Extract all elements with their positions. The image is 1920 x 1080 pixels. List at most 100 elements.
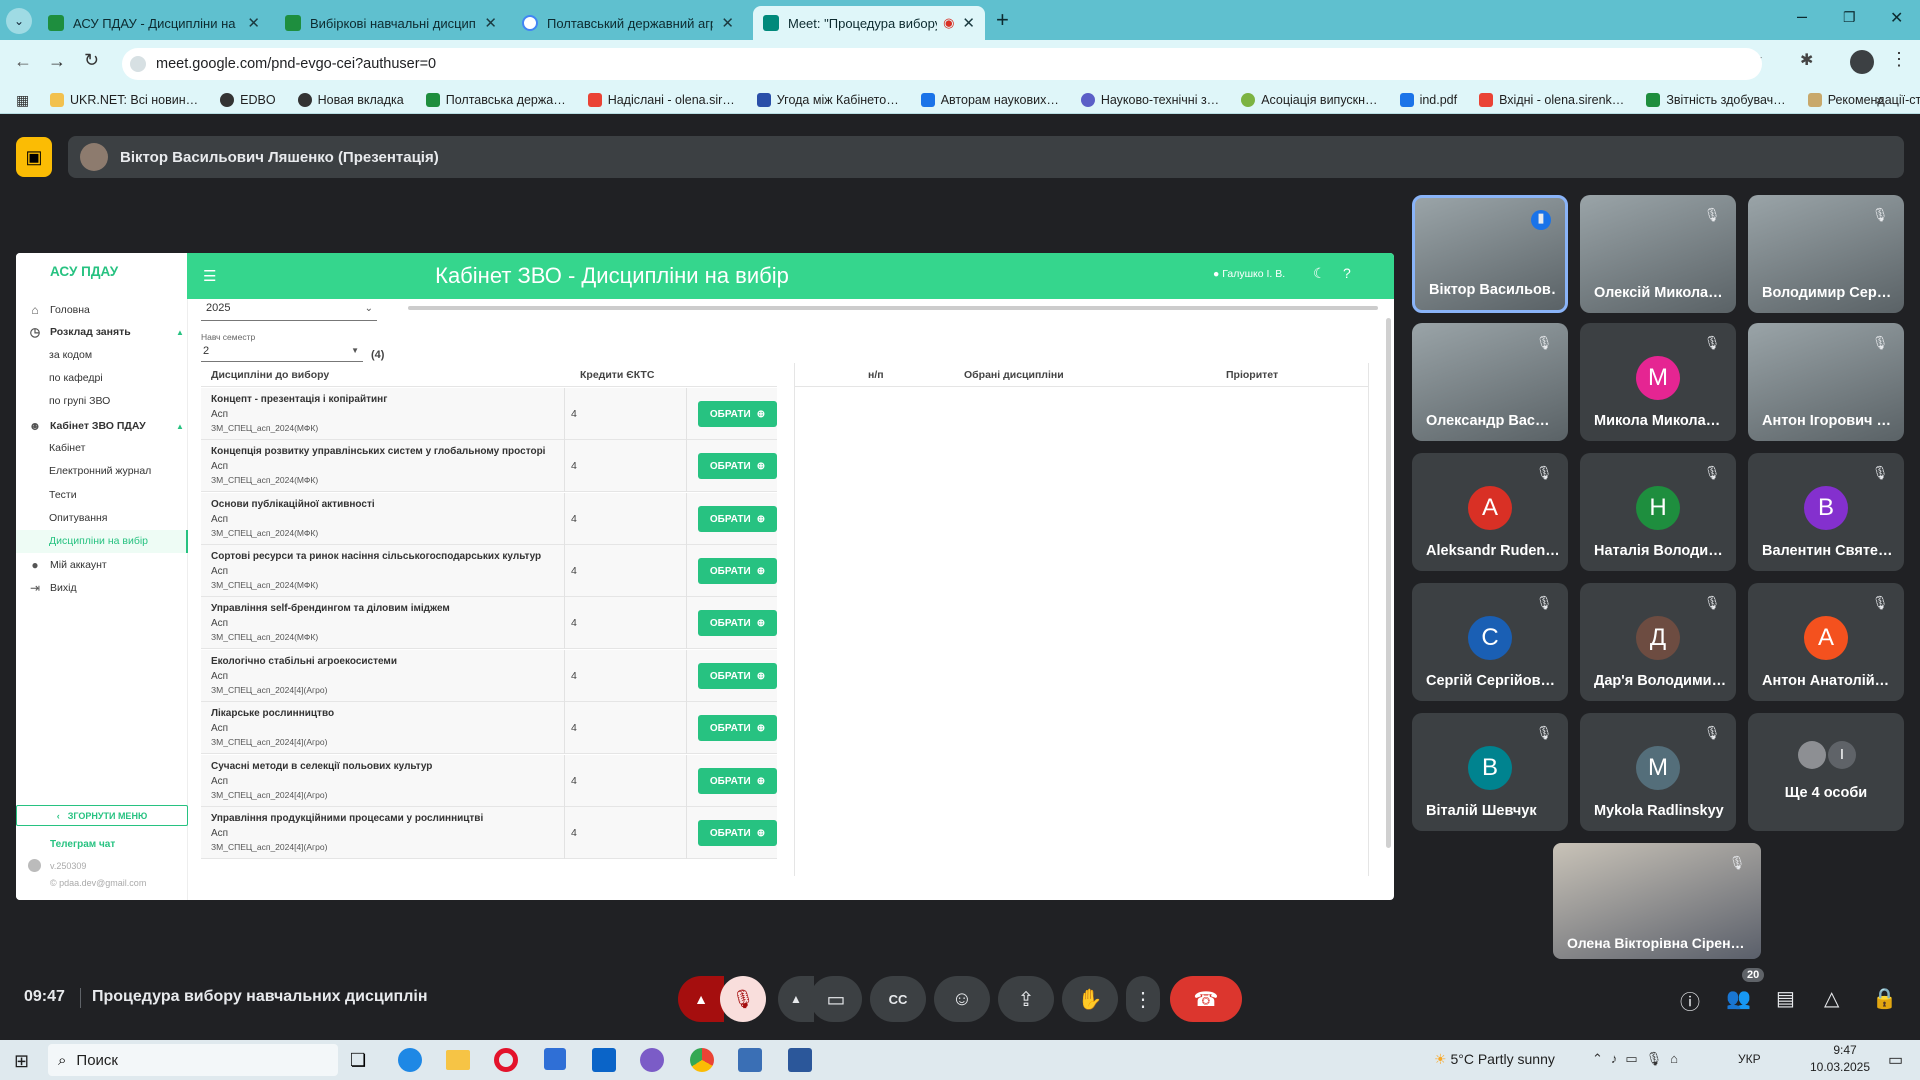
reactions-button[interactable]: ☺ <box>934 976 990 1022</box>
bookmark[interactable]: Звітність здобувач… <box>1646 92 1786 107</box>
telegram-link[interactable]: Телеграм чат <box>50 839 115 850</box>
select-button[interactable]: ОБРАТИ ⊕ <box>698 558 777 584</box>
browser-tab[interactable]: АСУ ПДАУ - Дисципліни на ви… ✕ <box>38 6 270 40</box>
participant-tile[interactable]: 🎙 A Aleksandr Ruden… <box>1412 453 1568 571</box>
back-icon[interactable]: ← <box>14 51 32 72</box>
bookmark[interactable]: Науково-технічні з… <box>1080 92 1219 107</box>
clock-time[interactable]: 9:47 <box>1815 1043 1875 1057</box>
participant-tile[interactable]: 🎙 Олександр Вас… <box>1412 323 1568 441</box>
participant-tile[interactable]: 🎙 M Mykola Radlinskyy <box>1580 713 1736 831</box>
browser-menu-icon[interactable]: ⋮ <box>1890 49 1908 70</box>
clock-date[interactable]: 10.03.2025 <box>1800 1060 1880 1074</box>
camera-button[interactable]: ▭ <box>810 976 862 1022</box>
bookmark[interactable]: EDBO <box>220 92 276 107</box>
select-button[interactable]: ОБРАТИ ⊕ <box>698 453 777 479</box>
nav-cabinet-sub[interactable]: Кабінет <box>49 442 85 454</box>
nav-electives[interactable]: Дисципліни на вибір <box>49 535 148 547</box>
nav-home[interactable]: ⌂ Головна <box>28 303 90 317</box>
year-select[interactable]: 2025 ⌄ <box>201 299 377 321</box>
nav-schedule[interactable]: ◷ Розклад занять ▲ <box>28 325 184 339</box>
word-icon[interactable] <box>788 1048 812 1072</box>
more-options-button[interactable]: ⋮ <box>1126 976 1160 1022</box>
select-button[interactable]: ОБРАТИ ⊕ <box>698 715 777 741</box>
user-chip[interactable]: ● Галушко І. В. <box>1213 268 1285 280</box>
close-tab-icon[interactable]: ✕ <box>721 14 734 32</box>
close-tab-icon[interactable]: ✕ <box>484 14 497 32</box>
mic-toggle-button[interactable]: 🎙 <box>720 976 766 1022</box>
select-button[interactable]: ОБРАТИ ⊕ <box>698 506 777 532</box>
select-button[interactable]: ОБРАТИ ⊕ <box>698 820 777 846</box>
activities-icon[interactable]: △ <box>1824 986 1839 1011</box>
select-button[interactable]: ОБРАТИ ⊕ <box>698 768 777 794</box>
participant-tile[interactable]: 🎙 Антон Ігорович … <box>1748 323 1904 441</box>
address-bar[interactable]: meet.google.com/pnd-evgo-cei?authuser=0 <box>122 48 1762 80</box>
bookmark[interactable]: ind.pdf <box>1399 92 1457 107</box>
browser-tab[interactable]: Полтавський державний агра… ✕ <box>512 6 744 40</box>
more-participants-tile[interactable]: I Ще 4 особи <box>1748 713 1904 831</box>
select-button[interactable]: ОБРАТИ ⊕ <box>698 610 777 636</box>
participant-tile[interactable]: 🎙 Олексій Микола… <box>1580 195 1736 313</box>
present-button[interactable]: ⇪ <box>998 976 1054 1022</box>
participant-tile[interactable]: 🎙 В Валентин Святе… <box>1748 453 1904 571</box>
language-indicator[interactable]: УКР <box>1738 1052 1761 1066</box>
horizontal-scrollbar[interactable] <box>408 306 1378 310</box>
opera-icon[interactable] <box>494 1048 518 1072</box>
captions-button[interactable]: CC <box>870 976 926 1022</box>
site-info-icon[interactable] <box>130 56 146 72</box>
restore-icon[interactable]: ❐ <box>1843 9 1856 26</box>
nav-by-group[interactable]: по групі ЗВО <box>49 395 110 407</box>
nav-exit[interactable]: ⇥ Вихід <box>28 581 77 595</box>
weather-widget[interactable]: ☀ 5°C Partly sunny <box>1434 1051 1555 1068</box>
meeting-info-icon[interactable]: ⓘ <box>1680 986 1700 1015</box>
participant-tile[interactable]: 🎙 Д Дар'я Володими… <box>1580 583 1736 701</box>
host-controls-icon[interactable]: 🔒 <box>1872 986 1897 1011</box>
raise-hand-button[interactable]: ✋ <box>1062 976 1118 1022</box>
reload-icon[interactable]: ↻ <box>84 50 99 71</box>
select-button[interactable]: ОБРАТИ ⊕ <box>698 663 777 689</box>
task-view-icon[interactable]: ❏ <box>350 1050 366 1071</box>
bookmark[interactable]: Новая вкладка <box>297 92 404 107</box>
select-button[interactable]: ОБРАТИ ⊕ <box>698 401 777 427</box>
extensions-icon[interactable]: ✱ <box>1800 50 1813 70</box>
participant-tile[interactable]: 🎙 M Микола Микола… <box>1580 323 1736 441</box>
nav-cabinet[interactable]: ☻ Кабінет ЗВО ПДАУ ▲ <box>28 419 184 433</box>
more-bookmarks-icon[interactable]: » <box>1876 91 1884 107</box>
outlook-icon[interactable] <box>592 1048 616 1072</box>
close-tab-icon[interactable]: ✕ <box>247 14 260 32</box>
profile-avatar[interactable] <box>1850 50 1874 74</box>
bookmark[interactable]: Угода між Кабінето… <box>756 92 899 107</box>
semester-select[interactable]: 2 ▼ <box>201 344 363 362</box>
audio-options-button[interactable]: ▲ <box>678 976 724 1022</box>
new-tab-button[interactable]: + <box>996 7 1009 33</box>
taskbar-search[interactable]: ⌕ Поиск <box>48 1044 338 1076</box>
bookmark[interactable]: Рекомендації-стос… <box>1807 92 1920 107</box>
edge-icon[interactable] <box>398 1048 422 1072</box>
presentation-icon[interactable]: ▣ <box>16 137 52 177</box>
vertical-scrollbar[interactable] <box>1386 318 1391 848</box>
bookmark[interactable]: Авторам наукових… <box>920 92 1059 107</box>
apps-icon[interactable]: ▦ <box>16 92 29 109</box>
nav-by-dept[interactable]: по кафедрі <box>49 372 103 384</box>
participant-tile[interactable]: 🎙 В Віталій Шевчук <box>1412 713 1568 831</box>
participant-tile[interactable]: 🎙 Володимир Сер… <box>1748 195 1904 313</box>
participant-tile[interactable]: 🎙 А Антон Анатолій… <box>1748 583 1904 701</box>
store-icon[interactable] <box>544 1048 566 1070</box>
minimize-icon[interactable]: – <box>1797 6 1807 27</box>
notifications-icon[interactable]: ▭ <box>1888 1050 1903 1070</box>
bookmark[interactable]: Надіслані - olena.sir… <box>587 92 735 107</box>
app-icon[interactable] <box>738 1048 762 1072</box>
participant-tile[interactable]: 🎙 С Сергій Сергійов… <box>1412 583 1568 701</box>
nav-by-code[interactable]: за кодом <box>49 349 92 361</box>
dark-mode-icon[interactable]: ☾ <box>1313 265 1326 282</box>
nav-tests[interactable]: Тести <box>49 489 77 501</box>
video-options-button[interactable]: ▲ <box>778 976 814 1022</box>
bookmark[interactable]: UKR.NET: Всі новин… <box>50 92 198 107</box>
windows-start-icon[interactable]: ⊞ <box>14 1051 29 1072</box>
participant-tile[interactable]: 🎙 Н Наталія Володи… <box>1580 453 1736 571</box>
collapse-menu-button[interactable]: ‹ ЗГОРНУТИ МЕНЮ <box>16 805 188 826</box>
browser-tab-active[interactable]: Meet: "Процедура вибору… ◉ ✕ <box>753 6 985 40</box>
people-icon[interactable]: 👥 <box>1726 986 1751 1011</box>
bookmark[interactable]: Полтавська держа… <box>425 92 566 107</box>
chat-icon[interactable]: ▤ <box>1776 986 1795 1011</box>
bookmark[interactable]: Вхідні - olena.sirenk… <box>1479 92 1624 107</box>
